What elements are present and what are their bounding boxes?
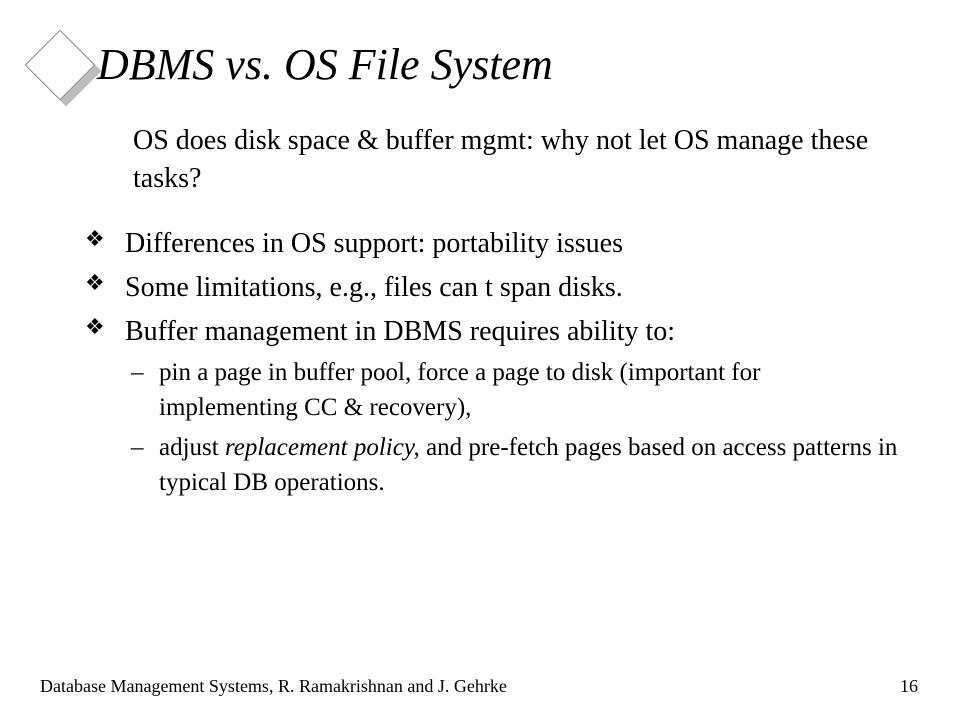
sub-bullet-text: pin a page in buffer pool, force a page … bbox=[159, 359, 760, 421]
slide-subtitle: OS does disk space & buffer mgmt: why no… bbox=[133, 122, 903, 198]
bullet-text: Buffer management in DBMS requires abili… bbox=[125, 316, 675, 347]
bullet-list: Differences in OS support: portability i… bbox=[85, 224, 905, 501]
slide-title: DBMS vs. OS File System bbox=[97, 42, 553, 88]
italic-text: replacement policy, bbox=[225, 434, 420, 461]
bullet-item: Buffer management in DBMS requires abili… bbox=[85, 312, 905, 500]
bullet-item: Some limitations, e.g., files can t span… bbox=[85, 268, 905, 307]
footer-text: Database Management Systems, R. Ramakris… bbox=[40, 676, 507, 697]
slide: DBMS vs. OS File System OS does disk spa… bbox=[0, 0, 960, 715]
sub-bullet-item: adjust replacement policy, and pre-fetch… bbox=[131, 430, 905, 500]
title-row: DBMS vs. OS File System bbox=[55, 30, 905, 100]
diamond-icon bbox=[25, 30, 95, 100]
sub-bullet-list: pin a page in buffer pool, force a page … bbox=[131, 355, 905, 500]
page-number: 16 bbox=[900, 676, 918, 697]
sub-bullet-text: adjust bbox=[159, 434, 225, 461]
sub-bullet-item: pin a page in buffer pool, force a page … bbox=[131, 355, 905, 425]
bullet-item: Differences in OS support: portability i… bbox=[85, 224, 905, 263]
